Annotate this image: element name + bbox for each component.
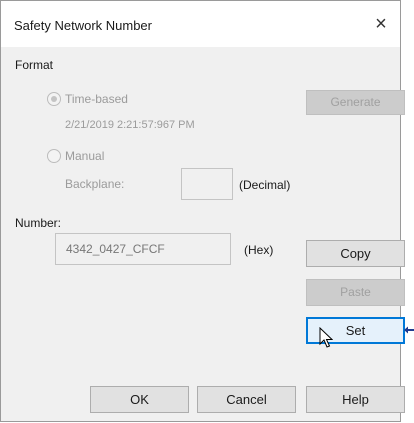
copy-button[interactable]: Copy xyxy=(306,240,405,267)
time-based-radio[interactable] xyxy=(47,92,61,106)
manual-radio[interactable] xyxy=(47,149,61,163)
time-based-timestamp: 2/21/2019 2:21:57:967 PM xyxy=(65,119,195,131)
paste-button[interactable]: Paste xyxy=(306,279,405,306)
number-field[interactable]: 4342_0427_CFCF xyxy=(55,233,231,265)
cancel-button[interactable]: Cancel xyxy=(197,386,296,413)
time-based-label: Time-based xyxy=(65,92,128,106)
help-button[interactable]: Help xyxy=(306,386,405,413)
generate-button[interactable]: Generate xyxy=(306,90,405,115)
format-label: Format xyxy=(15,58,54,72)
mouse-cursor-icon xyxy=(319,327,333,348)
ok-button[interactable]: OK xyxy=(90,386,189,413)
safety-network-number-dialog: Safety Network Number × Format Time-base… xyxy=(0,0,405,422)
radio-selected-dot xyxy=(51,96,57,102)
number-label: Number: xyxy=(15,216,62,230)
pointer-arrow-icon xyxy=(404,326,414,334)
number-unit: (Hex) xyxy=(244,243,274,257)
manual-label: Manual xyxy=(65,149,105,163)
window-title: Safety Network Number xyxy=(14,18,152,33)
backplane-unit: (Decimal) xyxy=(239,178,291,192)
title-bar: Safety Network Number × xyxy=(1,1,400,47)
close-icon[interactable]: × xyxy=(369,13,393,37)
backplane-input[interactable] xyxy=(181,168,233,200)
backplane-label: Backplane: xyxy=(65,177,125,191)
